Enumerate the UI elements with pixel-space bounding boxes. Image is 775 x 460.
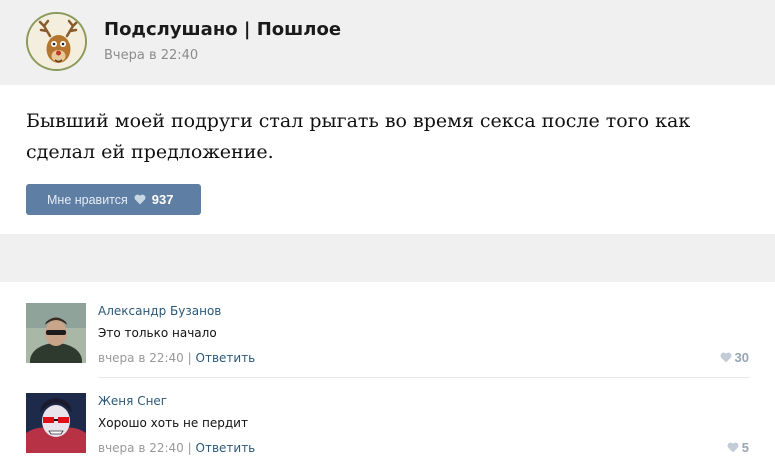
- group-name[interactable]: Подслушано | Пошлое: [104, 19, 341, 40]
- comment-text: Это только начало: [98, 326, 217, 340]
- avatar[interactable]: [26, 393, 86, 453]
- like-button[interactable]: Мне нравится 937: [26, 184, 201, 215]
- avatar[interactable]: [26, 303, 86, 363]
- user-photo: [26, 393, 86, 453]
- comment-item: Женя Снег Хорошо хоть не пердит вчера в …: [0, 390, 775, 460]
- comment-meta: вчера в 22:40 | Ответить: [98, 351, 255, 365]
- comment-author[interactable]: Женя Снег: [98, 394, 167, 408]
- meta-separator: |: [187, 441, 192, 455]
- post-header: Подслушано | Пошлое Вчера в 22:40: [0, 0, 775, 85]
- heart-icon: [134, 194, 146, 205]
- group-avatar[interactable]: [26, 12, 87, 71]
- comment-meta: вчера в 22:40 | Ответить: [98, 441, 255, 455]
- like-count: 937: [151, 192, 174, 207]
- comment-divider: [98, 377, 750, 378]
- deer-logo: [28, 14, 85, 69]
- comment-like-button[interactable]: 30: [720, 350, 749, 365]
- comment-text: Хорошо хоть не пердит: [98, 416, 248, 430]
- comment-time[interactable]: вчера в 22:40: [98, 351, 184, 365]
- post-time[interactable]: Вчера в 22:40: [104, 48, 198, 63]
- reply-link[interactable]: Ответить: [196, 441, 256, 455]
- comment-like-count: 30: [734, 350, 749, 365]
- meta-separator: |: [187, 351, 192, 365]
- reply-link[interactable]: Ответить: [196, 351, 256, 365]
- user-photo: [26, 303, 86, 363]
- comment-item: Александр Бузанов Это только начало вчер…: [0, 300, 775, 370]
- like-label: Мне нравится: [47, 192, 128, 207]
- section-separator: [0, 234, 775, 282]
- comment-like-count: 5: [741, 440, 749, 455]
- comment-author[interactable]: Александр Бузанов: [98, 304, 221, 318]
- comment-time[interactable]: вчера в 22:40: [98, 441, 184, 455]
- heart-icon: [727, 442, 739, 453]
- comment-like-button[interactable]: 5: [727, 440, 749, 455]
- heart-icon: [720, 352, 731, 363]
- post-text: Бывший моей подруги стал рыгать во время…: [26, 110, 691, 163]
